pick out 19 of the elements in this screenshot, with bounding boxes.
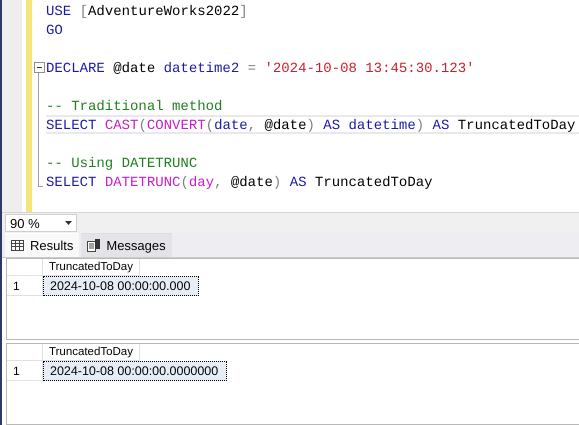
table-cell[interactable]: 2024-10-08 00:00:00.0000000 xyxy=(43,361,228,381)
results-tab[interactable]: Messages xyxy=(81,233,172,257)
code-line: SELECT DATETRUNC(day, @date) AS TruncatedToDay xyxy=(46,174,434,191)
collapse-icon[interactable] xyxy=(34,62,44,73)
dropdown-arrow-icon xyxy=(65,221,72,225)
code-line: -- Using DATETRUNC xyxy=(46,155,198,172)
zoom-dropdown[interactable]: 90 % xyxy=(5,214,77,232)
document-icon xyxy=(87,239,100,252)
table-cell[interactable]: 2024-10-08 00:00:00.000 xyxy=(43,276,200,296)
code-line: DECLARE @date datetime2 = '2024-10-08 13:45:30.123' xyxy=(46,60,476,77)
code-line: -- Traditional method xyxy=(46,98,224,115)
code-line: USE [AdventureWorks2022] xyxy=(46,3,249,20)
grid-corner xyxy=(7,344,43,361)
code-line: SELECT CAST(CONVERT(date, @date) AS datetime) AS TruncatedToDay xyxy=(46,115,579,134)
grid-corner xyxy=(7,259,43,276)
results-tab[interactable]: Results xyxy=(5,233,80,257)
code-line: GO xyxy=(46,22,64,39)
code-editor[interactable] xyxy=(2,0,579,213)
grid-icon xyxy=(11,240,24,251)
